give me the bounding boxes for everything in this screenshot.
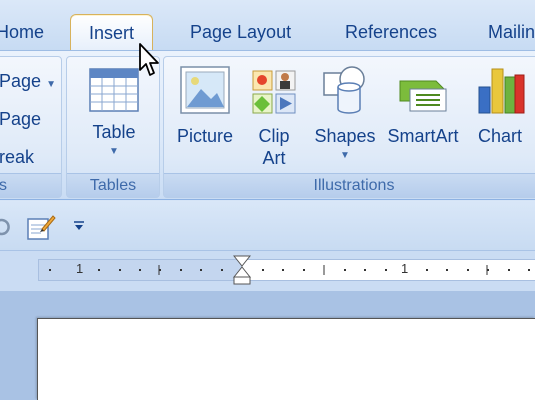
chart-button[interactable]: Chart (468, 65, 532, 147)
table-icon (88, 67, 140, 113)
quick-access-toolbar (0, 201, 535, 251)
chevron-down-icon: ▼ (340, 150, 350, 161)
table-button[interactable]: Table ▼ (77, 67, 151, 157)
illustrations-group-label: Illustrations (164, 173, 535, 197)
chevron-down-icon: ▼ (109, 146, 119, 157)
indent-marker-icon[interactable] (233, 255, 251, 285)
tab-mailings[interactable]: Mailin (488, 14, 535, 50)
page-break-button[interactable]: reak (0, 147, 34, 168)
chart-icon (475, 65, 525, 115)
cover-page-label: Page (0, 71, 42, 91)
picture-button-label: Picture (176, 126, 234, 146)
ribbon: Page ▼ Page reak s Table ▼ Tables Pictur… (0, 50, 535, 200)
pages-group-label: s (0, 173, 61, 197)
clip-art-label-line1: Clip (258, 126, 290, 146)
shapes-button-label: Shapes (314, 126, 376, 146)
redo-icon[interactable] (0, 217, 10, 237)
illustrations-group: Picture Clip Art Shapes ▼ SmartArt Chart… (163, 56, 535, 198)
chart-button-label: Chart (477, 126, 522, 146)
page-break-label: reak (0, 147, 35, 167)
ruler-ticks (49, 265, 530, 275)
tab-references[interactable]: References (345, 14, 437, 50)
ruler-number-right: 1 (401, 261, 409, 276)
tab-page-layout[interactable]: Page Layout (190, 14, 291, 50)
document-page[interactable] (37, 318, 535, 400)
smartart-icon (396, 69, 450, 115)
shapes-icon (318, 65, 372, 115)
table-button-label: Table (92, 122, 136, 142)
customize-toolbar-dropdown-icon[interactable] (72, 219, 86, 233)
clip-art-button[interactable]: Clip Art (244, 65, 304, 169)
horizontal-ruler[interactable]: 1 1 (38, 255, 535, 285)
clip-art-label-line2: Art (262, 148, 286, 168)
edit-document-icon[interactable] (26, 213, 56, 241)
ribbon-tab-strip: Home Insert Page Layout References Maili… (0, 0, 535, 50)
cover-page-button[interactable]: Page ▼ (0, 71, 56, 92)
tab-home[interactable]: Home (0, 14, 44, 50)
picture-icon (179, 65, 231, 115)
shapes-button[interactable]: Shapes ▼ (310, 65, 380, 161)
picture-button[interactable]: Picture (170, 65, 240, 147)
clip-art-icon (251, 69, 297, 115)
smartart-button-label: SmartArt (387, 126, 459, 146)
mouse-cursor-icon (138, 42, 162, 78)
blank-page-button[interactable]: Page (0, 109, 41, 130)
ruler-number-left: 1 (76, 261, 84, 276)
chevron-down-icon: ▼ (46, 79, 56, 90)
smartart-button[interactable]: SmartArt (384, 65, 462, 147)
tables-group-label: Tables (67, 173, 159, 197)
blank-page-label: Page (0, 109, 42, 129)
pages-group: Page ▼ Page reak s (0, 56, 62, 198)
